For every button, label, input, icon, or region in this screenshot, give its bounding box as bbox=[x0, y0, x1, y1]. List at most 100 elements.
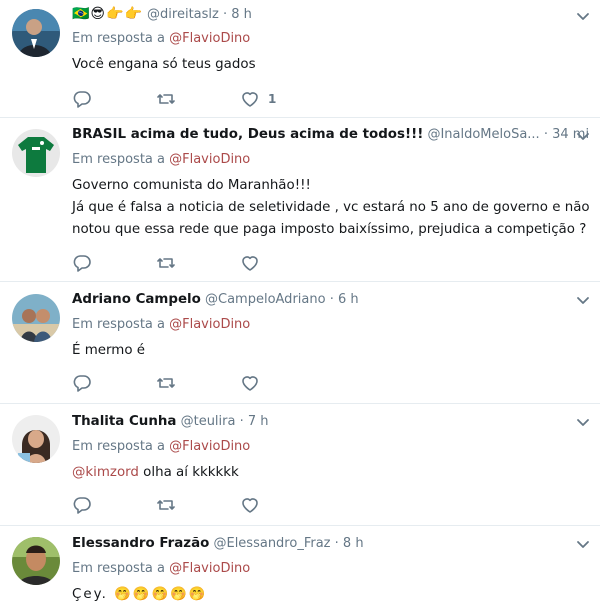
timestamp[interactable]: 8 h bbox=[343, 536, 364, 551]
more-options-button[interactable] bbox=[574, 128, 592, 146]
tweet-header: Adriano Campelo @CampeloAdriano · 6 h bbox=[72, 290, 588, 310]
reply-icon bbox=[73, 375, 91, 392]
like-button[interactable]: 1 bbox=[240, 89, 276, 109]
reply-button[interactable] bbox=[72, 495, 92, 515]
reply-handle-link[interactable]: @FlavioDino bbox=[169, 317, 250, 332]
tweet[interactable]: Thalita Cunha @teulira · 7 h Em resposta… bbox=[0, 404, 600, 526]
separator: · bbox=[239, 414, 244, 429]
username[interactable]: @InaldoMeloSa... bbox=[427, 127, 539, 142]
tweet-text: Çey. 🤭🤭🤭🤭🤭 bbox=[72, 584, 588, 606]
reply-icon bbox=[73, 91, 91, 108]
avatar[interactable] bbox=[12, 415, 60, 463]
reply-prefix: Em resposta a bbox=[72, 152, 165, 167]
reply-context: Em resposta a @FlavioDino bbox=[72, 560, 588, 578]
chevron-down-icon bbox=[577, 419, 589, 426]
like-button[interactable] bbox=[240, 495, 260, 515]
tweet-header: Elessandro Frazão @Elessandro_Fraz · 8 h bbox=[72, 534, 588, 554]
reply-prefix: Em resposta a bbox=[72, 561, 165, 576]
reply-context: Em resposta a @FlavioDino bbox=[72, 151, 588, 169]
tweet-text: @kimzord olha aí kkkkkk bbox=[72, 462, 588, 484]
separator: · bbox=[334, 536, 339, 551]
like-icon bbox=[242, 256, 258, 271]
reply-icon bbox=[73, 255, 91, 272]
tweet-text-line: @kimzord olha aí kkkkkk bbox=[72, 462, 588, 484]
more-options-button[interactable] bbox=[574, 414, 592, 432]
like-button[interactable] bbox=[240, 373, 260, 393]
like-icon bbox=[242, 498, 258, 513]
timestamp[interactable]: 6 h bbox=[338, 292, 359, 307]
reply-button[interactable] bbox=[72, 373, 92, 393]
tweet[interactable]: Adriano Campelo @CampeloAdriano · 6 h Em… bbox=[0, 282, 600, 404]
like-count: 1 bbox=[268, 92, 277, 106]
tweet[interactable]: 🇧🇷😎👉👉 @direitaslz · 8 h Em resposta a @F… bbox=[0, 0, 600, 118]
timestamp[interactable]: 8 h bbox=[231, 7, 252, 22]
more-options-button[interactable] bbox=[574, 8, 592, 26]
tweet-text-line: Governo comunista do Maranhão!!! bbox=[72, 178, 311, 193]
reply-prefix: Em resposta a bbox=[72, 439, 165, 454]
username[interactable]: @direitaslz bbox=[147, 7, 219, 22]
tweet-text-line: Já que é falsa a noticia de seletividade… bbox=[72, 200, 590, 215]
more-options-button[interactable] bbox=[574, 292, 592, 310]
tweet-actions: 1 bbox=[72, 89, 340, 109]
retweet-button[interactable] bbox=[156, 89, 176, 109]
retweet-icon bbox=[157, 378, 175, 388]
like-icon bbox=[242, 376, 258, 391]
more-options-button[interactable] bbox=[574, 536, 592, 554]
retweet-button[interactable] bbox=[156, 373, 176, 393]
username[interactable]: @teulira bbox=[181, 414, 236, 429]
retweet-icon bbox=[157, 94, 175, 104]
chevron-down-icon bbox=[577, 297, 589, 304]
reply-button[interactable] bbox=[72, 89, 92, 109]
avatar[interactable] bbox=[12, 9, 60, 57]
avatar[interactable] bbox=[12, 294, 60, 342]
separator: · bbox=[329, 292, 334, 307]
tweet-text-line: Você engana só teus gados bbox=[72, 57, 256, 72]
tweet-actions bbox=[72, 253, 324, 273]
reply-handle-link[interactable]: @FlavioDino bbox=[169, 152, 250, 167]
tweet-text: Governo comunista do Maranhão!!! Já que … bbox=[72, 175, 590, 241]
tweet-text-line: Çey. 🤭🤭🤭🤭🤭 bbox=[72, 587, 208, 602]
reply-handle-link[interactable]: @FlavioDino bbox=[169, 561, 250, 576]
tweet-feed: 🇧🇷😎👉👉 @direitaslz · 8 h Em resposta a @F… bbox=[0, 0, 600, 611]
retweet-button[interactable] bbox=[156, 495, 176, 515]
tweet-text-rest: olha aí kkkkkk bbox=[138, 465, 239, 480]
retweet-icon bbox=[157, 258, 175, 268]
tweet-header: Thalita Cunha @teulira · 7 h bbox=[72, 412, 588, 432]
display-name[interactable]: Elessandro Frazão bbox=[72, 536, 209, 551]
tweet-text-line: É mermo é bbox=[72, 343, 146, 358]
chevron-down-icon bbox=[577, 133, 589, 140]
separator: · bbox=[543, 127, 548, 142]
reply-context: Em resposta a @FlavioDino bbox=[72, 316, 588, 334]
avatar[interactable] bbox=[12, 537, 60, 585]
like-button[interactable] bbox=[240, 253, 260, 273]
avatar[interactable] bbox=[12, 129, 60, 177]
tweet[interactable]: Elessandro Frazão @Elessandro_Fraz · 8 h… bbox=[0, 526, 600, 611]
reply-context: Em resposta a @FlavioDino bbox=[72, 438, 588, 456]
reply-prefix: Em resposta a bbox=[72, 31, 165, 46]
timestamp[interactable]: 7 h bbox=[248, 414, 269, 429]
reply-handle-link[interactable]: @FlavioDino bbox=[169, 439, 250, 454]
reply-context: Em resposta a @FlavioDino bbox=[72, 30, 588, 48]
username[interactable]: @Elessandro_Fraz bbox=[213, 536, 330, 551]
tweet-actions bbox=[72, 495, 324, 515]
tweet-actions bbox=[72, 373, 324, 393]
chevron-down-icon bbox=[577, 541, 589, 548]
retweet-icon bbox=[157, 500, 175, 510]
retweet-button[interactable] bbox=[156, 253, 176, 273]
reply-button[interactable] bbox=[72, 253, 92, 273]
tweet[interactable]: BRASIL acima de tudo, Deus acima de todo… bbox=[0, 118, 600, 282]
username[interactable]: @CampeloAdriano bbox=[205, 292, 326, 307]
tweet-header: 🇧🇷😎👉👉 @direitaslz · 8 h bbox=[72, 4, 588, 24]
display-name[interactable]: Adriano Campelo bbox=[72, 292, 201, 307]
display-name[interactable]: Thalita Cunha bbox=[72, 414, 176, 429]
like-icon bbox=[242, 92, 258, 107]
display-name[interactable]: 🇧🇷😎👉👉 bbox=[72, 6, 143, 22]
display-name[interactable]: BRASIL acima de tudo, Deus acima de todo… bbox=[72, 127, 423, 142]
tweet-header: BRASIL acima de tudo, Deus acima de todo… bbox=[72, 125, 588, 145]
reply-handle-link[interactable]: @FlavioDino bbox=[169, 31, 250, 46]
mention-link[interactable]: @kimzord bbox=[72, 465, 139, 480]
reply-icon bbox=[73, 497, 91, 514]
chevron-down-icon bbox=[577, 13, 589, 20]
tweet-text: É mermo é bbox=[72, 340, 588, 362]
tweet-text: Você engana só teus gados bbox=[72, 54, 588, 76]
